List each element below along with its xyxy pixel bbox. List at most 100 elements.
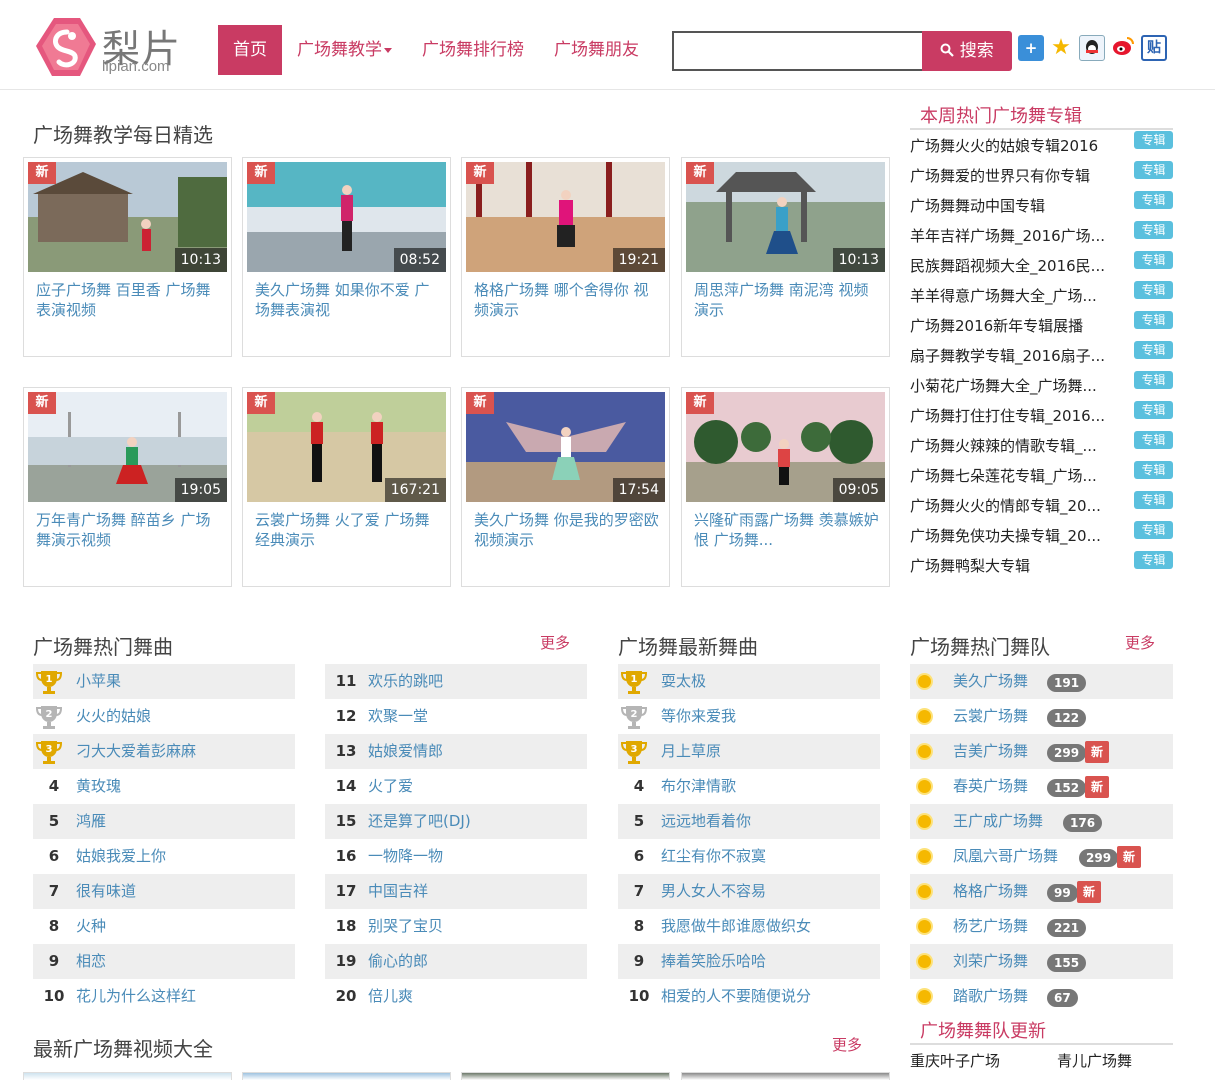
video-card[interactable] — [461, 1072, 670, 1080]
rank-list-item[interactable]: 9 捧着笑脸乐哈哈 — [618, 944, 880, 979]
qzone-star-icon[interactable]: ★ — [1048, 35, 1074, 61]
rank-list-item[interactable]: 15 还是算了吧(DJ) — [325, 804, 587, 839]
team-name-link[interactable]: 吉美广场舞 — [953, 734, 1028, 769]
rank-list-item[interactable]: 5 远远地看着你 — [618, 804, 880, 839]
song-name-link[interactable]: 相爱的人不要随便说分 — [661, 979, 811, 1014]
rank-list-item[interactable]: 18 别哭了宝贝 — [325, 909, 587, 944]
song-name-link[interactable]: 很有味道 — [76, 874, 136, 909]
video-title-link[interactable]: 兴隆矿雨露广场舞 羡慕嫉妒恨 广场舞... — [694, 510, 880, 550]
video-title-link[interactable]: 周思萍广场舞 南泥湾 视频演示 — [694, 280, 880, 320]
album-name-link[interactable]: 羊羊得意广场舞大全_广场... — [910, 285, 1115, 306]
song-name-link[interactable]: 火种 — [76, 909, 106, 944]
song-name-link[interactable]: 捧着笑脸乐哈哈 — [661, 944, 766, 979]
video-card[interactable]: 新 19:05 万年青广场舞 醉苗乡 广场舞演示视频 — [23, 387, 232, 587]
song-name-link[interactable]: 我愿做牛郎谁愿做织女 — [661, 909, 811, 944]
video-title-link[interactable]: 美久广场舞 如果你不爱 广场舞表演视 — [255, 280, 441, 320]
album-item[interactable]: 广场舞打住打住专辑_2016... 专辑 — [910, 401, 1173, 431]
album-name-link[interactable]: 广场舞2016新年专辑展播 — [910, 315, 1115, 336]
rank-list-item[interactable]: 8 我愿做牛郎谁愿做织女 — [618, 909, 880, 944]
search-input[interactable] — [672, 31, 924, 71]
song-name-link[interactable]: 刁大大爱着彭麻麻 — [76, 734, 196, 769]
hot-teams-more-link[interactable]: 更多 — [1125, 632, 1155, 653]
album-item[interactable]: 广场舞2016新年专辑展播 专辑 — [910, 311, 1173, 341]
album-item[interactable]: 广场舞七朵莲花专辑_广场... 专辑 — [910, 461, 1173, 491]
album-name-link[interactable]: 羊年吉祥广场舞_2016广场... — [910, 225, 1115, 246]
video-card[interactable]: 新 08:52 美久广场舞 如果你不爱 广场舞表演视 — [242, 157, 451, 357]
site-logo[interactable]: 梨片 lipian.com — [34, 14, 194, 80]
nav-tutorials[interactable]: 广场舞教学 — [282, 25, 407, 75]
album-item[interactable]: 广场舞爱的世界只有你专辑 专辑 — [910, 161, 1173, 191]
video-thumbnail[interactable]: 新 19:21 — [466, 162, 665, 272]
album-name-link[interactable]: 民族舞蹈视频大全_2016民... — [910, 255, 1115, 276]
album-name-link[interactable]: 广场舞火辣辣的情歌专辑_... — [910, 435, 1115, 456]
team-list-item[interactable]: 吉美广场舞 299 新 — [910, 734, 1173, 769]
album-name-link[interactable]: 扇子舞教学专辑_2016扇子... — [910, 345, 1115, 366]
rank-list-item[interactable]: 1 小苹果 — [33, 664, 295, 699]
tieba-icon[interactable]: 贴 — [1141, 35, 1167, 61]
rank-list-item[interactable]: 11 欢乐的跳吧 — [325, 664, 587, 699]
video-title-link[interactable]: 格格广场舞 哪个舍得你 视频演示 — [474, 280, 660, 320]
team-name-link[interactable]: 云裳广场舞 — [953, 699, 1028, 734]
album-item[interactable]: 羊年吉祥广场舞_2016广场... 专辑 — [910, 221, 1173, 251]
rank-list-item[interactable]: 13 姑娘爱情郎 — [325, 734, 587, 769]
team-name-link[interactable]: 王广成广场舞 — [953, 804, 1043, 839]
album-name-link[interactable]: 小菊花广场舞大全_广场舞... — [910, 375, 1115, 396]
team-name-link[interactable]: 春英广场舞 — [953, 769, 1028, 804]
rank-list-item[interactable]: 16 一物降一物 — [325, 839, 587, 874]
song-name-link[interactable]: 欢乐的跳吧 — [368, 664, 443, 699]
album-item[interactable]: 扇子舞教学专辑_2016扇子... 专辑 — [910, 341, 1173, 371]
team-list-item[interactable]: 云裳广场舞 122 — [910, 699, 1173, 734]
album-item[interactable]: 广场舞舞动中国专辑 专辑 — [910, 191, 1173, 221]
video-thumbnail[interactable]: 新 10:13 — [686, 162, 885, 272]
rank-list-item[interactable]: 1 耍太极 — [618, 664, 880, 699]
team-update-item[interactable]: 青儿广场舞 — [1057, 1050, 1173, 1071]
song-name-link[interactable]: 远远地看着你 — [661, 804, 751, 839]
video-card[interactable] — [681, 1072, 890, 1080]
video-card[interactable]: 新 10:13 周思萍广场舞 南泥湾 视频演示 — [681, 157, 890, 357]
video-card[interactable]: 新 167:21 云裳广场舞 火了爱 广场舞经典演示 — [242, 387, 451, 587]
rank-list-item[interactable]: 3 刁大大爱着彭麻麻 — [33, 734, 295, 769]
video-card[interactable]: 新 10:13 应子广场舞 百里香 广场舞表演视频 — [23, 157, 232, 357]
rank-list-item[interactable]: 3 月上草原 — [618, 734, 880, 769]
nav-rankings[interactable]: 广场舞排行榜 — [407, 25, 539, 75]
video-title-link[interactable]: 美久广场舞 你是我的罗密欧 视频演示 — [474, 510, 660, 550]
song-name-link[interactable]: 倍儿爽 — [368, 979, 413, 1014]
song-name-link[interactable]: 火了爱 — [368, 769, 413, 804]
video-title-link[interactable]: 应子广场舞 百里香 广场舞表演视频 — [36, 280, 222, 320]
rank-list-item[interactable]: 10 相爱的人不要随便说分 — [618, 979, 880, 1014]
weibo-icon[interactable] — [1110, 35, 1136, 61]
rank-list-item[interactable]: 12 欢聚一堂 — [325, 699, 587, 734]
song-name-link[interactable]: 一物降一物 — [368, 839, 443, 874]
album-name-link[interactable]: 广场舞免侠功夫操专辑_20... — [910, 525, 1115, 546]
search-button[interactable]: 搜索 — [922, 31, 1012, 71]
rank-list-item[interactable]: 6 姑娘我爱上你 — [33, 839, 295, 874]
album-name-link[interactable]: 广场舞鸭梨大专辑 — [910, 555, 1115, 576]
team-name-link[interactable]: 美久广场舞 — [953, 664, 1028, 699]
team-name-link[interactable]: 格格广场舞 — [953, 874, 1028, 909]
song-name-link[interactable]: 红尘有你不寂寞 — [661, 839, 766, 874]
song-name-link[interactable]: 黄玫瑰 — [76, 769, 121, 804]
video-thumbnail[interactable]: 新 10:13 — [28, 162, 227, 272]
video-thumbnail[interactable]: 新 09:05 — [686, 392, 885, 502]
song-name-link[interactable]: 中国吉祥 — [368, 874, 428, 909]
qq-icon[interactable] — [1079, 35, 1105, 61]
rank-list-item[interactable]: 4 黄玫瑰 — [33, 769, 295, 804]
rank-list-item[interactable]: 9 相恋 — [33, 944, 295, 979]
rank-list-item[interactable]: 14 火了爱 — [325, 769, 587, 804]
album-name-link[interactable]: 广场舞舞动中国专辑 — [910, 195, 1115, 216]
video-thumbnail[interactable]: 新 08:52 — [247, 162, 446, 272]
album-item[interactable]: 广场舞火辣辣的情歌专辑_... 专辑 — [910, 431, 1173, 461]
rank-list-item[interactable]: 5 鸿雁 — [33, 804, 295, 839]
team-name-link[interactable]: 踏歌广场舞 — [953, 979, 1028, 1014]
video-thumbnail[interactable]: 新 19:05 — [28, 392, 227, 502]
album-item[interactable]: 广场舞免侠功夫操专辑_20... 专辑 — [910, 521, 1173, 551]
song-name-link[interactable]: 别哭了宝贝 — [368, 909, 443, 944]
rank-list-item[interactable]: 6 红尘有你不寂寞 — [618, 839, 880, 874]
album-name-link[interactable]: 广场舞七朵莲花专辑_广场... — [910, 465, 1115, 486]
team-name-link[interactable]: 凤凰六哥广场舞 — [953, 839, 1058, 874]
team-list-item[interactable]: 春英广场舞 152 新 — [910, 769, 1173, 804]
video-card[interactable]: 新 09:05 兴隆矿雨露广场舞 羡慕嫉妒恨 广场舞... — [681, 387, 890, 587]
hot-songs-more-link[interactable]: 更多 — [540, 632, 570, 653]
song-name-link[interactable]: 男人女人不容易 — [661, 874, 766, 909]
song-name-link[interactable]: 布尔津情歌 — [661, 769, 736, 804]
